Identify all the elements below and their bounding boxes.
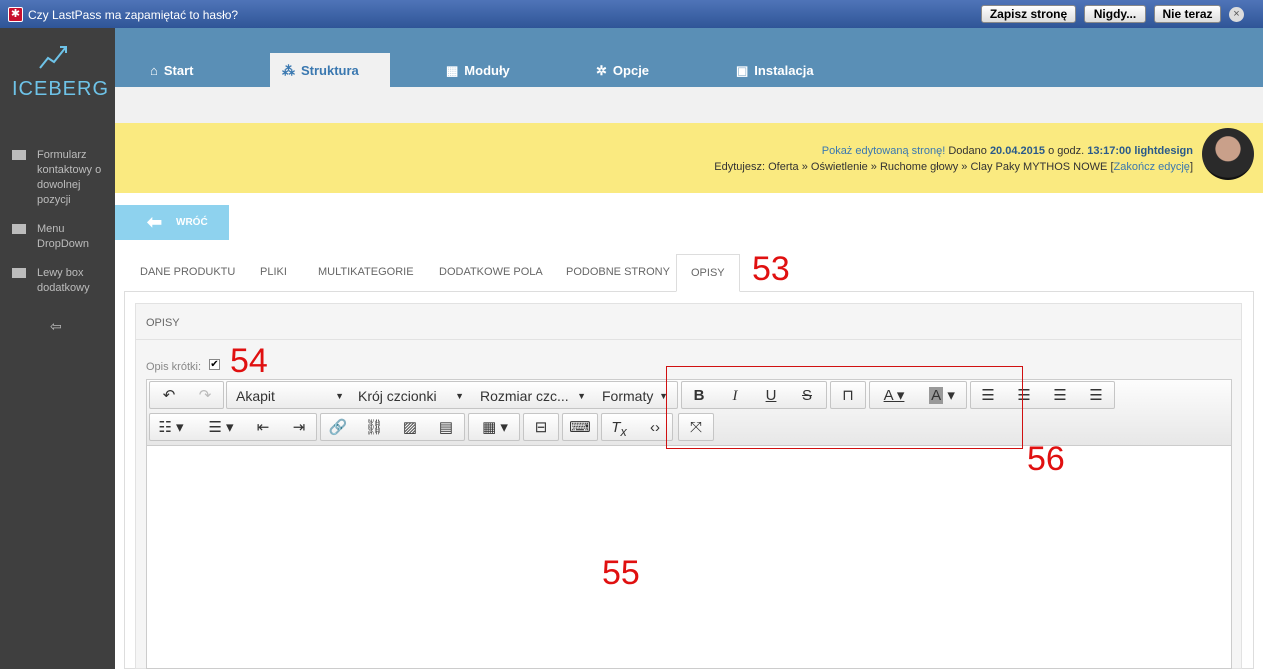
nav-label: Struktura xyxy=(301,63,359,78)
back-label: WRÓĆ xyxy=(176,217,208,228)
logo-graph-icon xyxy=(39,46,67,69)
sidebar-item-label: Menu DropDown xyxy=(37,223,89,250)
sidebar: ICEBERG Formularz kontaktowy o dowolnej … xyxy=(0,28,115,669)
not-now-button[interactable]: Nie teraz xyxy=(1154,5,1221,23)
size-select[interactable]: Rozmiar czc... ▼ xyxy=(480,386,586,406)
save-page-button[interactable]: Zapisz stronę xyxy=(981,5,1076,23)
panel-title: OPISY xyxy=(146,317,180,329)
short-description-checkbox[interactable]: ✔ xyxy=(209,359,220,370)
mail-icon xyxy=(12,150,26,160)
sidebar-item-label: Formularz kontaktowy o dowolnej pozycji xyxy=(37,149,102,206)
annotation-53: 53 xyxy=(752,250,790,288)
nav-struktura[interactable]: ⁂ Struktura xyxy=(270,53,390,87)
info-line-editing: Edytujesz: Oferta » Oświetlenie » Ruchom… xyxy=(714,161,1193,173)
added-user: lightdesign xyxy=(1134,145,1193,157)
indent-icon[interactable]: ⇥ xyxy=(282,416,316,440)
formats-select-label: Formaty xyxy=(602,388,654,404)
nav-moduly[interactable]: ▦ Moduły xyxy=(434,53,554,87)
editing-label: Edytujesz: xyxy=(714,161,766,173)
nav-label: Moduły xyxy=(464,63,510,78)
never-button[interactable]: Nigdy... xyxy=(1084,5,1146,23)
tab-pliki[interactable]: PLIKI xyxy=(260,254,287,292)
list-group: ☷ ▾ ☰ ▾ ⇤ ⇥ xyxy=(149,413,317,441)
tab-multikategorie[interactable]: MULTIKATEGORIE xyxy=(318,254,414,292)
nav-label: Opcje xyxy=(612,63,650,78)
breadcrumb: Oferta » Oświetlenie » Ruchome głowy » C… xyxy=(768,161,1108,173)
editor-content-area[interactable] xyxy=(147,447,1231,669)
paragraph-select-label: Akapit xyxy=(236,388,275,404)
tab-podobne-strony[interactable]: PODOBNE STRONY xyxy=(566,254,670,292)
lastpass-icon: ✱ xyxy=(8,7,23,22)
end-editing-link[interactable]: Zakończ edycję xyxy=(1114,161,1190,173)
chevron-down-icon: ▼ xyxy=(455,391,464,401)
short-description-label: Opis krótki: xyxy=(146,361,202,373)
hr-group: ⊟ xyxy=(523,413,559,441)
info-bar: Pokaż edytowaną stronę! Dodano 20.04.201… xyxy=(115,123,1263,193)
font-select[interactable]: Krój czcionki ▼ xyxy=(358,386,464,406)
insert-group: 🔗 ⛓ ▨ ▤ xyxy=(320,413,465,441)
added-label: Dodano xyxy=(948,145,987,157)
nav-label: Instalacja xyxy=(754,63,814,78)
at-label: o godz. xyxy=(1048,145,1085,157)
table-group: ▦ ▾ xyxy=(468,413,520,441)
sitemap-icon: ⁂ xyxy=(282,63,295,78)
annotation-54: 54 xyxy=(230,342,268,380)
modules-icon: ▦ xyxy=(446,63,459,78)
lastpass-bar: ✱ Czy LastPass ma zapamiętać to hasło? Z… xyxy=(0,0,1263,28)
tab-opisy[interactable]: OPISY xyxy=(676,254,740,292)
arrow-left-icon: ⬅ xyxy=(147,212,163,232)
close-icon[interactable]: × xyxy=(1229,7,1244,22)
link-icon[interactable]: 🔗 xyxy=(321,416,355,440)
size-select-label: Rozmiar czc... xyxy=(480,388,569,404)
home-icon: ⌂ xyxy=(150,63,158,78)
redo-icon[interactable]: ↷ xyxy=(188,384,222,408)
numbered-list-icon[interactable]: ☰ ▾ xyxy=(200,416,242,440)
back-button[interactable]: ⬅ WRÓĆ xyxy=(115,205,229,240)
logo[interactable]: ICEBERG xyxy=(12,78,109,101)
subheader xyxy=(115,87,1263,123)
tab-dane-produktu[interactable]: DANE PRODUKTU xyxy=(140,254,235,292)
clear-format-icon[interactable]: Tx xyxy=(602,416,636,440)
collapse-sidebar-icon[interactable]: ⇦ xyxy=(50,318,62,335)
nav-label: Start xyxy=(163,63,194,78)
gear-icon: ✲ xyxy=(596,63,607,78)
undo-icon[interactable]: ↶ xyxy=(152,384,186,408)
special-chars-icon[interactable]: ⌨ xyxy=(563,416,597,440)
paragraph-select[interactable]: Akapit ▼ xyxy=(236,386,344,406)
unlink-icon[interactable]: ⛓ xyxy=(357,416,391,440)
history-group: ↶ ↷ xyxy=(149,381,224,409)
avatar[interactable] xyxy=(1202,128,1254,180)
box-icon xyxy=(12,268,26,278)
nav-opcje[interactable]: ✲ Opcje xyxy=(584,53,704,87)
charmap-group: ⌨ xyxy=(562,413,598,441)
font-select-label: Krój czcionki xyxy=(358,388,437,404)
annotation-box-56 xyxy=(666,366,1023,449)
info-line-added: Pokaż edytowaną stronę! Dodano 20.04.201… xyxy=(822,145,1193,157)
bullet-list-icon[interactable]: ☷ ▾ xyxy=(150,416,192,440)
chevron-down-icon: ▼ xyxy=(577,391,586,401)
align-right-icon[interactable]: ☰ xyxy=(1043,384,1077,408)
lastpass-question: Czy LastPass ma zapamiętać to hasło? xyxy=(28,8,239,22)
table-icon[interactable]: ▦ ▾ xyxy=(471,416,519,440)
show-page-link[interactable]: Pokaż edytowaną stronę! xyxy=(822,145,946,157)
bracket-close: ] xyxy=(1189,161,1193,173)
install-icon: ▣ xyxy=(736,63,749,78)
tab-dodatkowe-pola[interactable]: DODATKOWE POLA xyxy=(439,254,543,292)
align-justify-icon[interactable]: ☰ xyxy=(1079,384,1113,408)
horizontal-rule-icon[interactable]: ⊟ xyxy=(524,416,558,440)
added-date: 20.04.2015 xyxy=(989,145,1045,157)
format-select-group: Akapit ▼ Krój czcionki ▼ Rozmiar czc... ▼ F… xyxy=(226,381,678,409)
nav-start[interactable]: ⌂ Start xyxy=(138,53,256,87)
formats-select[interactable]: Formaty ▼ xyxy=(602,386,668,406)
image-icon[interactable]: ▨ xyxy=(393,416,427,440)
nav-instalacja[interactable]: ▣ Instalacja xyxy=(724,53,854,87)
chevron-down-icon: ▼ xyxy=(335,391,344,401)
menu-icon xyxy=(12,224,26,234)
media-icon[interactable]: ▤ xyxy=(429,416,463,440)
divider xyxy=(136,339,1241,340)
outdent-icon[interactable]: ⇤ xyxy=(246,416,280,440)
clear-code-group: Tx ‹› xyxy=(601,413,673,441)
sidebar-item-label: Lewy box dodatkowy xyxy=(37,267,90,294)
added-time: 13:17:00 xyxy=(1087,145,1132,157)
